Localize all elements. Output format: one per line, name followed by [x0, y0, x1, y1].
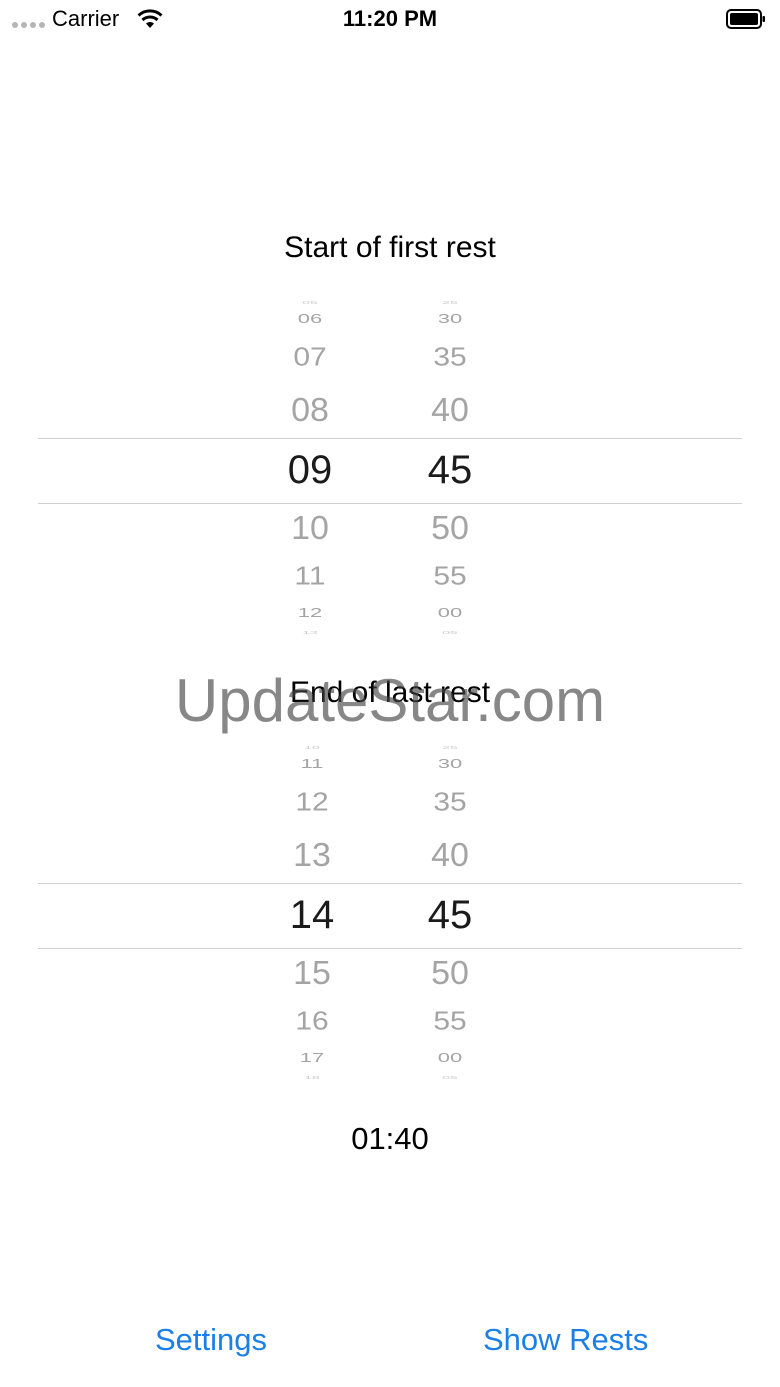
- hour-wheel[interactable]: 05 06 07 08 09 10 11 12 13: [250, 300, 370, 640]
- wheel-option[interactable]: 13: [250, 630, 370, 635]
- minute-wheel[interactable]: 25 30 35 40 45 50 55 00 05: [390, 745, 510, 1085]
- wheel-option[interactable]: 15: [252, 957, 372, 990]
- wheel-option[interactable]: 30: [390, 757, 510, 770]
- wheel-option[interactable]: 10: [252, 745, 372, 750]
- wheel-selected-value[interactable]: 14: [252, 895, 372, 935]
- wheel-option[interactable]: 12: [250, 606, 370, 619]
- start-time-picker[interactable]: 05 06 07 08 09 10 11 12 13 25 30 35 40 45 50 55 00 05: [0, 300, 780, 640]
- wheel-option[interactable]: 18: [252, 1075, 372, 1080]
- status-time: 11:20 PM: [342, 6, 438, 31]
- wheel-option[interactable]: 35: [390, 790, 510, 816]
- wheel-option[interactable]: 00: [390, 606, 510, 619]
- start-picker-title: Start of first rest: [284, 231, 496, 264]
- wheel-option[interactable]: 50: [390, 957, 510, 990]
- wheel-option[interactable]: 08: [250, 394, 370, 427]
- wheel-option[interactable]: 07: [250, 345, 370, 371]
- wheel-option[interactable]: 30: [390, 312, 510, 325]
- wheel-option[interactable]: 35: [390, 345, 510, 371]
- end-picker-title: End of last rest: [289, 676, 491, 709]
- minute-wheel[interactable]: 25 30 35 40 45 50 55 00 05: [390, 300, 510, 640]
- wheel-option[interactable]: 13: [252, 839, 372, 872]
- wheel-option[interactable]: 25: [390, 300, 510, 305]
- wheel-option[interactable]: 16: [252, 1009, 372, 1035]
- wheel-option[interactable]: 12: [252, 790, 372, 816]
- battery-icon: [726, 9, 765, 29]
- wheel-selected-value[interactable]: 45: [390, 450, 510, 490]
- settings-button[interactable]: Settings: [155, 1322, 267, 1358]
- wheel-selected-value[interactable]: 45: [390, 895, 510, 935]
- wheel-option[interactable]: 05: [390, 1075, 510, 1080]
- wheel-selected-value[interactable]: 09: [250, 450, 370, 490]
- wheel-option[interactable]: 10: [250, 512, 370, 545]
- rest-duration: 01:40: [351, 1121, 429, 1156]
- wheel-option[interactable]: 00: [390, 1051, 510, 1064]
- wheel-option[interactable]: 17: [252, 1051, 372, 1064]
- wheel-option[interactable]: 05: [250, 300, 370, 305]
- wheel-option[interactable]: 50: [390, 512, 510, 545]
- wheel-option[interactable]: 55: [390, 564, 510, 590]
- wheel-option[interactable]: 11: [252, 757, 372, 770]
- end-time-picker[interactable]: 10 11 12 13 14 15 16 17 18 25 30 35 40 45 50 55 00 05: [0, 745, 780, 1085]
- wheel-option[interactable]: 40: [390, 839, 510, 872]
- wheel-option[interactable]: 11: [250, 564, 370, 590]
- wheel-option[interactable]: 55: [390, 1009, 510, 1035]
- hour-wheel[interactable]: 10 11 12 13 14 15 16 17 18: [252, 745, 372, 1085]
- wheel-option[interactable]: 25: [390, 745, 510, 750]
- show-rests-button[interactable]: Show Rests: [483, 1322, 648, 1358]
- wheel-option[interactable]: 05: [390, 630, 510, 635]
- wheel-option[interactable]: 06: [250, 312, 370, 325]
- wheel-option[interactable]: 40: [390, 394, 510, 427]
- status-bar: Carrier 11:20 PM: [0, 0, 780, 40]
